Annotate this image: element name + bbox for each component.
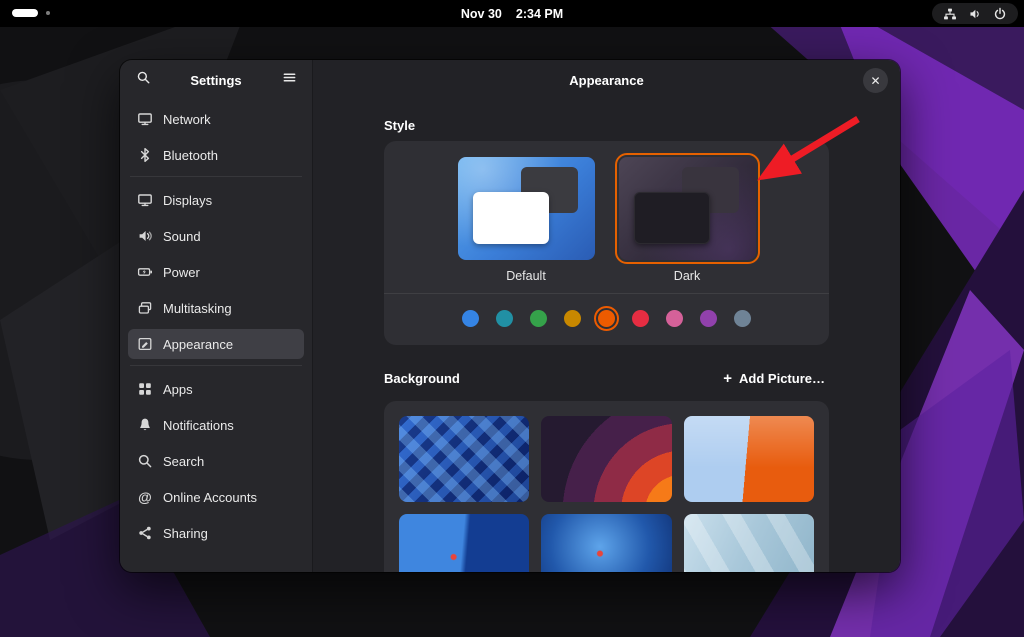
background-thumbnail-mosaic[interactable] xyxy=(399,416,529,502)
background-section-header: Background + Add Picture… xyxy=(384,365,829,392)
battery-icon xyxy=(137,264,153,280)
settings-sidebar: Settings Network Bluetooth Displays xyxy=(120,60,313,572)
sidebar-item-notifications[interactable]: Notifications xyxy=(128,410,304,440)
volume-icon xyxy=(968,7,982,21)
preview-window-front xyxy=(473,192,549,244)
panel-title: Appearance xyxy=(569,73,643,88)
accent-color-yellow[interactable] xyxy=(564,310,581,327)
settings-window: Settings Network Bluetooth Displays xyxy=(120,60,900,572)
background-grid xyxy=(384,401,829,572)
sidebar-item-bluetooth[interactable]: Bluetooth xyxy=(128,140,304,170)
background-thumbnail-blue[interactable] xyxy=(541,514,671,572)
background-thumbnail-pale[interactable] xyxy=(684,514,814,572)
share-icon xyxy=(137,525,153,541)
sidebar-item-label: Sharing xyxy=(163,526,208,541)
panel-header: Appearance ✕ xyxy=(313,60,900,100)
accent-color-pink[interactable] xyxy=(666,310,683,327)
sidebar-item-label: Appearance xyxy=(163,337,233,352)
sidebar-item-online-accounts[interactable]: @ Online Accounts xyxy=(128,482,304,512)
sidebar-item-search[interactable]: Search xyxy=(128,446,304,476)
sidebar-item-multitasking[interactable]: Multitasking xyxy=(128,293,304,323)
clock-time: 2:34 PM xyxy=(516,7,563,21)
style-option-dark[interactable]: Dark xyxy=(619,157,756,283)
apps-grid-icon xyxy=(137,381,153,397)
clock-date: Nov 30 xyxy=(461,7,502,21)
sidebar-separator xyxy=(130,365,302,366)
style-options: Default Dark xyxy=(384,141,829,293)
sidebar-separator xyxy=(130,176,302,177)
background-thumbnail-day-night[interactable] xyxy=(399,514,529,572)
sidebar-item-label: Search xyxy=(163,454,204,469)
style-section-label: Style xyxy=(384,118,829,133)
top-bar: Nov 30 2:34 PM xyxy=(0,0,1024,27)
style-option-label: Dark xyxy=(674,269,700,283)
workspace-dot[interactable] xyxy=(46,11,50,15)
accent-color-green[interactable] xyxy=(530,310,547,327)
background-thumbnail-split[interactable] xyxy=(684,416,814,502)
displays-icon xyxy=(137,192,153,208)
network-icon xyxy=(137,111,153,127)
background-thumbnail-waves[interactable] xyxy=(541,416,671,502)
main-menu-button[interactable] xyxy=(276,67,302,93)
search-icon xyxy=(137,453,153,469)
sidebar-item-label: Power xyxy=(163,265,200,280)
accent-color-red[interactable] xyxy=(632,310,649,327)
style-card: Default Dark xyxy=(384,141,829,345)
sidebar-item-label: Sound xyxy=(163,229,201,244)
sound-icon xyxy=(137,228,153,244)
multitasking-icon xyxy=(137,300,153,316)
dark-style-preview[interactable] xyxy=(619,157,756,260)
close-button[interactable]: ✕ xyxy=(863,68,888,93)
system-tray[interactable] xyxy=(932,3,1018,24)
power-icon xyxy=(993,7,1007,21)
accent-color-purple[interactable] xyxy=(700,310,717,327)
accent-color-blue[interactable] xyxy=(462,310,479,327)
wired-network-icon xyxy=(943,7,957,21)
hamburger-icon xyxy=(282,70,297,90)
desktop: Nov 30 2:34 PM Settings xyxy=(0,0,1024,637)
sidebar-item-power[interactable]: Power xyxy=(128,257,304,287)
sidebar-header: Settings xyxy=(120,60,312,100)
sidebar-item-displays[interactable]: Displays xyxy=(128,185,304,215)
bluetooth-icon xyxy=(137,147,153,163)
appearance-panel: Appearance ✕ Style Default xyxy=(313,60,900,572)
panel-content: Style Default xyxy=(313,100,900,572)
preview-window-front xyxy=(634,192,710,244)
close-icon: ✕ xyxy=(870,74,880,88)
sidebar-item-label: Network xyxy=(163,112,211,127)
sidebar-item-apps[interactable]: Apps xyxy=(128,374,304,404)
background-section-label: Background xyxy=(384,371,460,386)
accent-color-row xyxy=(384,293,829,342)
active-workspace-pill[interactable] xyxy=(12,9,38,17)
sidebar-item-sharing[interactable]: Sharing xyxy=(128,518,304,548)
appearance-icon xyxy=(137,336,153,352)
add-picture-button[interactable]: + Add Picture… xyxy=(719,365,829,392)
add-picture-label: Add Picture… xyxy=(739,371,825,386)
style-option-default[interactable]: Default xyxy=(458,157,595,283)
search-button[interactable] xyxy=(130,67,156,93)
workspace-indicator[interactable] xyxy=(12,9,50,17)
sidebar-item-label: Online Accounts xyxy=(163,490,257,505)
accent-color-slate[interactable] xyxy=(734,310,751,327)
plus-icon: + xyxy=(723,371,732,386)
sidebar-item-appearance[interactable]: Appearance xyxy=(128,329,304,359)
sidebar-item-label: Displays xyxy=(163,193,212,208)
sidebar-item-sound[interactable]: Sound xyxy=(128,221,304,251)
clock[interactable]: Nov 30 2:34 PM xyxy=(461,0,563,27)
at-sign-icon: @ xyxy=(137,489,153,505)
accent-color-orange[interactable] xyxy=(598,310,615,327)
window-title: Settings xyxy=(162,73,270,88)
sidebar-item-label: Multitasking xyxy=(163,301,232,316)
sidebar-item-label: Apps xyxy=(163,382,193,397)
sidebar-item-label: Notifications xyxy=(163,418,234,433)
sidebar-nav: Network Bluetooth Displays Sound xyxy=(120,100,312,562)
bell-icon xyxy=(137,417,153,433)
default-style-preview[interactable] xyxy=(458,157,595,260)
search-icon xyxy=(136,70,151,90)
sidebar-item-label: Bluetooth xyxy=(163,148,218,163)
style-option-label: Default xyxy=(506,269,546,283)
accent-color-teal[interactable] xyxy=(496,310,513,327)
sidebar-item-network[interactable]: Network xyxy=(128,104,304,134)
